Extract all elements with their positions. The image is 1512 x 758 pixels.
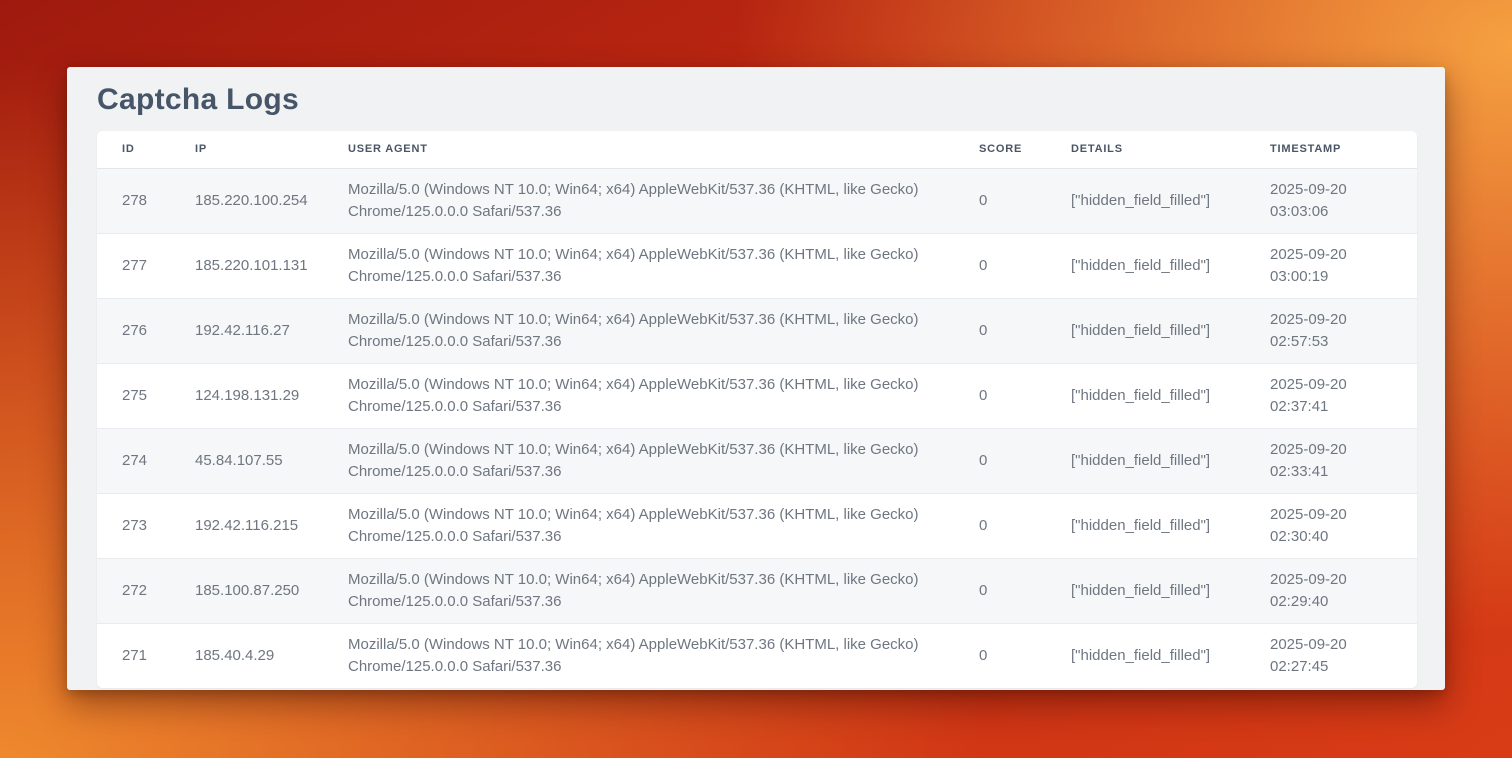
cell-user-agent: Mozilla/5.0 (Windows NT 10.0; Win64; x64… — [323, 558, 954, 623]
cell-ip: 185.220.101.131 — [170, 233, 323, 298]
cell-score: 0 — [954, 233, 1046, 298]
table-row: 276192.42.116.27Mozilla/5.0 (Windows NT … — [97, 298, 1417, 363]
cell-user-agent: Mozilla/5.0 (Windows NT 10.0; Win64; x64… — [323, 168, 954, 233]
cell-id: 271 — [97, 623, 170, 688]
cell-score: 0 — [954, 298, 1046, 363]
cell-timestamp: 2025-09-20 02:29:40 — [1245, 558, 1417, 623]
cell-score: 0 — [954, 493, 1046, 558]
cell-user-agent: Mozilla/5.0 (Windows NT 10.0; Win64; x64… — [323, 363, 954, 428]
table-row: 272185.100.87.250Mozilla/5.0 (Windows NT… — [97, 558, 1417, 623]
page-title: Captcha Logs — [67, 67, 1445, 131]
cell-ip: 185.40.4.29 — [170, 623, 323, 688]
cell-id: 273 — [97, 493, 170, 558]
cell-details: ["hidden_field_filled"] — [1046, 493, 1245, 558]
table-row: 27445.84.107.55Mozilla/5.0 (Windows NT 1… — [97, 428, 1417, 493]
cell-id: 275 — [97, 363, 170, 428]
cell-user-agent: Mozilla/5.0 (Windows NT 10.0; Win64; x64… — [323, 428, 954, 493]
cell-score: 0 — [954, 428, 1046, 493]
table-header-row: ID IP USER AGENT SCORE DETAILS TIMESTAMP — [97, 131, 1417, 168]
cell-id: 272 — [97, 558, 170, 623]
cell-details: ["hidden_field_filled"] — [1046, 298, 1245, 363]
cell-details: ["hidden_field_filled"] — [1046, 233, 1245, 298]
cell-id: 274 — [97, 428, 170, 493]
cell-user-agent: Mozilla/5.0 (Windows NT 10.0; Win64; x64… — [323, 493, 954, 558]
cell-user-agent: Mozilla/5.0 (Windows NT 10.0; Win64; x64… — [323, 298, 954, 363]
cell-timestamp: 2025-09-20 03:03:06 — [1245, 168, 1417, 233]
cell-details: ["hidden_field_filled"] — [1046, 558, 1245, 623]
logs-table: ID IP USER AGENT SCORE DETAILS TIMESTAMP… — [97, 131, 1417, 688]
column-header-user-agent: USER AGENT — [323, 131, 954, 168]
cell-timestamp: 2025-09-20 02:37:41 — [1245, 363, 1417, 428]
cell-ip: 192.42.116.215 — [170, 493, 323, 558]
cell-timestamp: 2025-09-20 03:00:19 — [1245, 233, 1417, 298]
cell-ip: 185.100.87.250 — [170, 558, 323, 623]
cell-user-agent: Mozilla/5.0 (Windows NT 10.0; Win64; x64… — [323, 623, 954, 688]
column-header-ip: IP — [170, 131, 323, 168]
cell-ip: 185.220.100.254 — [170, 168, 323, 233]
table-row: 275124.198.131.29Mozilla/5.0 (Windows NT… — [97, 363, 1417, 428]
table-row: 278185.220.100.254Mozilla/5.0 (Windows N… — [97, 168, 1417, 233]
cell-ip: 124.198.131.29 — [170, 363, 323, 428]
table-body: 278185.220.100.254Mozilla/5.0 (Windows N… — [97, 168, 1417, 688]
cell-score: 0 — [954, 363, 1046, 428]
cell-details: ["hidden_field_filled"] — [1046, 363, 1245, 428]
table-row: 273192.42.116.215Mozilla/5.0 (Windows NT… — [97, 493, 1417, 558]
cell-score: 0 — [954, 623, 1046, 688]
column-header-details: DETAILS — [1046, 131, 1245, 168]
cell-details: ["hidden_field_filled"] — [1046, 428, 1245, 493]
cell-id: 277 — [97, 233, 170, 298]
cell-user-agent: Mozilla/5.0 (Windows NT 10.0; Win64; x64… — [323, 233, 954, 298]
cell-details: ["hidden_field_filled"] — [1046, 623, 1245, 688]
logs-table-container: ID IP USER AGENT SCORE DETAILS TIMESTAMP… — [97, 131, 1417, 688]
cell-score: 0 — [954, 168, 1046, 233]
cell-details: ["hidden_field_filled"] — [1046, 168, 1245, 233]
cell-timestamp: 2025-09-20 02:33:41 — [1245, 428, 1417, 493]
table-row: 277185.220.101.131Mozilla/5.0 (Windows N… — [97, 233, 1417, 298]
table-row: 271185.40.4.29Mozilla/5.0 (Windows NT 10… — [97, 623, 1417, 688]
cell-ip: 45.84.107.55 — [170, 428, 323, 493]
column-header-score: SCORE — [954, 131, 1046, 168]
cell-timestamp: 2025-09-20 02:27:45 — [1245, 623, 1417, 688]
cell-score: 0 — [954, 558, 1046, 623]
captcha-logs-card: Captcha Logs ID IP USER AGENT SCORE DETA… — [67, 67, 1445, 690]
cell-timestamp: 2025-09-20 02:30:40 — [1245, 493, 1417, 558]
cell-id: 276 — [97, 298, 170, 363]
column-header-timestamp: TIMESTAMP — [1245, 131, 1417, 168]
cell-ip: 192.42.116.27 — [170, 298, 323, 363]
column-header-id: ID — [97, 131, 170, 168]
cell-id: 278 — [97, 168, 170, 233]
cell-timestamp: 2025-09-20 02:57:53 — [1245, 298, 1417, 363]
